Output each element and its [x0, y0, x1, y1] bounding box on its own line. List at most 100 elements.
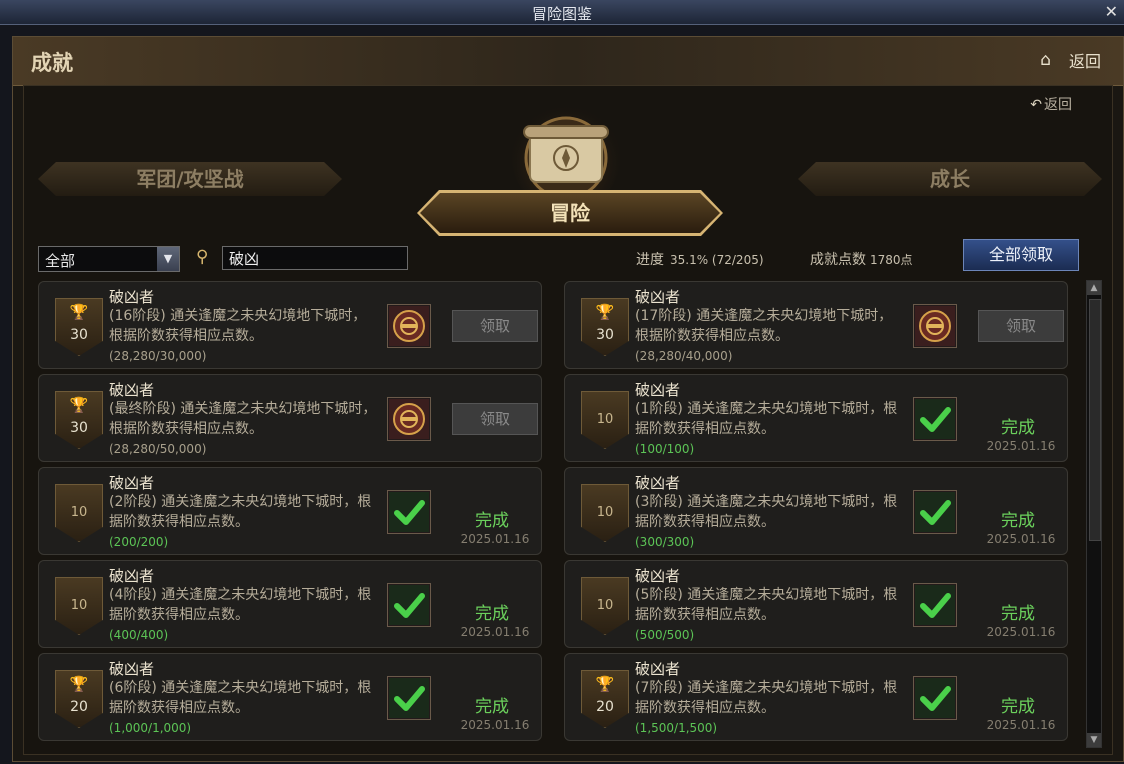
- completed-date: 2025.01.16: [986, 625, 1056, 639]
- achievement-card: 🏆 20 破凶者 (6阶段) 通关逢魔之未央幻境地下城时，根据阶数获得相应点数。 (1,…: [38, 653, 542, 741]
- points-badge: 🏆 30: [55, 391, 103, 449]
- achievement-desc: (4阶段) 通关逢魔之未央幻境地下城时，根据阶数获得相应点数。: [109, 587, 372, 623]
- achievement-card: 10 破凶者 (2阶段) 通关逢魔之未央幻境地下城时，根据阶数获得相应点数。 (200…: [38, 467, 542, 555]
- completed-label: 完成: [1001, 418, 1035, 438]
- points-badge: 🏆 20: [55, 670, 103, 728]
- claim-button[interactable]: 领取: [452, 403, 538, 435]
- achievement-card: 10 破凶者 (3阶段) 通关逢魔之未央幻境地下城时，根据阶数获得相应点数。 (300…: [564, 467, 1068, 555]
- achievement-name: 破凶者: [109, 660, 155, 678]
- search-input[interactable]: [222, 246, 408, 270]
- points-badge: 10: [581, 577, 629, 635]
- achievement-card: 🏆 20 破凶者 (7阶段) 通关逢魔之未央幻境地下城时，根据阶数获得相应点数。 (1,…: [564, 653, 1068, 741]
- completed-label: 完成: [475, 511, 509, 531]
- check-icon: [913, 583, 957, 627]
- achievement-desc: (16阶段) 通关逢魔之未央幻境地下城时，根据阶数获得相应点数。: [109, 308, 367, 344]
- achievement-name: 破凶者: [109, 474, 155, 492]
- trophy-icon: 🏆: [69, 303, 89, 321]
- category-select[interactable]: 全部 ▼: [38, 246, 180, 272]
- scroll-down-icon[interactable]: ▼: [1087, 733, 1101, 747]
- dungeon-emblem-icon: [387, 304, 431, 348]
- progress-value: 35.1% (72/205): [670, 253, 764, 267]
- achievement-list: 🏆 30 破凶者 (16阶段) 通关逢魔之未央幻境地下城时，根据阶数获得相应点数。 (2…: [38, 281, 1072, 747]
- achievement-panel: 成就 ⌂ 返回 ↶ 返回 军团/攻坚战 成长 冒险 全部 ▼ ⚲ 破凶 进度 3…: [12, 36, 1124, 762]
- completed-date: 2025.01.16: [460, 718, 530, 732]
- completed-label: 完成: [475, 697, 509, 717]
- tab-legion-siege[interactable]: 军团/攻坚战: [38, 162, 342, 196]
- achievement-desc: (7阶段) 通关逢魔之未央幻境地下城时，根据阶数获得相应点数。: [635, 680, 898, 716]
- achievement-name: 破凶者: [109, 567, 155, 585]
- sub-back-label: 返回: [1044, 97, 1072, 113]
- search-icon: ⚲: [196, 247, 209, 267]
- section-title: 成就: [31, 50, 73, 75]
- achievement-name: 破凶者: [109, 288, 155, 306]
- category-select-value: 全部: [45, 252, 76, 270]
- panel-header: 成就 ⌂ 返回: [13, 37, 1123, 86]
- achievement-desc: (6阶段) 通关逢魔之未央幻境地下城时，根据阶数获得相应点数。: [109, 680, 372, 716]
- trophy-icon: 🏆: [595, 303, 615, 321]
- achievement-card: 🏆 30 破凶者 (17阶段) 通关逢魔之未央幻境地下城时，根据阶数获得相应点数。 (2…: [564, 281, 1068, 369]
- achievement-name: 破凶者: [635, 288, 681, 306]
- badge-points: 20: [70, 699, 88, 715]
- close-icon[interactable]: ✕: [1105, 2, 1118, 21]
- points-badge: 🏆 30: [581, 298, 629, 356]
- achievement-desc: (2阶段) 通关逢魔之未央幻境地下城时，根据阶数获得相应点数。: [109, 494, 372, 530]
- achievement-desc: (最终阶段) 通关逢魔之未央幻境地下城时，根据阶数获得相应点数。: [109, 401, 377, 437]
- scrollbar[interactable]: ▲ ▼: [1086, 280, 1102, 748]
- completed-label: 完成: [1001, 604, 1035, 624]
- points-badge: 🏆 20: [581, 670, 629, 728]
- badge-points: 30: [70, 327, 88, 343]
- achievement-card: 🏆 30 破凶者 (16阶段) 通关逢魔之未央幻境地下城时，根据阶数获得相应点数。 (2…: [38, 281, 542, 369]
- achievement-name: 破凶者: [635, 567, 681, 585]
- points-badge: 10: [581, 391, 629, 449]
- completed-date: 2025.01.16: [986, 532, 1056, 546]
- tab-growth[interactable]: 成长: [798, 162, 1102, 196]
- tab-adventure[interactable]: 冒险: [417, 190, 723, 236]
- home-icon[interactable]: ⌂: [1040, 50, 1051, 70]
- progress-text: 进度 35.1% (72/205): [636, 249, 764, 269]
- claim-button[interactable]: 领取: [978, 310, 1064, 342]
- scroll-thumb[interactable]: [1089, 299, 1101, 541]
- panel-body: ↶ 返回 军团/攻坚战 成长 冒险 全部 ▼ ⚲ 破凶 进度 35.1% (72…: [23, 85, 1113, 755]
- achievement-progress: (28,280/30,000): [109, 349, 207, 363]
- claim-all-button[interactable]: 全部领取: [963, 239, 1079, 271]
- achievement-name: 破凶者: [635, 474, 681, 492]
- badge-points: 10: [596, 412, 614, 427]
- completed-label: 完成: [475, 604, 509, 624]
- achievement-name: 破凶者: [635, 660, 681, 678]
- achievement-desc: (5阶段) 通关逢魔之未央幻境地下城时，根据阶数获得相应点数。: [635, 587, 898, 623]
- achievement-progress: (200/200): [109, 535, 169, 549]
- chevron-down-icon: ▼: [157, 247, 179, 271]
- completed-date: 2025.01.16: [460, 625, 530, 639]
- trophy-icon: 🏆: [595, 675, 615, 693]
- scroll-up-icon[interactable]: ▲: [1087, 281, 1101, 295]
- points-badge: 10: [581, 484, 629, 542]
- claim-button[interactable]: 领取: [452, 310, 538, 342]
- achievement-card: 🏆 30 破凶者 (最终阶段) 通关逢魔之未央幻境地下城时，根据阶数获得相应点数。 (2…: [38, 374, 542, 462]
- progress-label: 进度: [636, 252, 664, 268]
- achievement-card: 10 破凶者 (4阶段) 通关逢魔之未央幻境地下城时，根据阶数获得相应点数。 (400…: [38, 560, 542, 648]
- completed-date: 2025.01.16: [460, 532, 530, 546]
- points-label: 成就点数: [810, 252, 866, 268]
- back-button[interactable]: 返回: [1069, 48, 1101, 72]
- achievement-progress: (28,280/50,000): [109, 442, 207, 456]
- completed-date: 2025.01.16: [986, 439, 1056, 453]
- badge-points: 10: [70, 598, 88, 613]
- achievement-progress: (1,500/1,500): [635, 721, 718, 735]
- check-icon: [387, 676, 431, 720]
- completed-date: 2025.01.16: [986, 718, 1056, 732]
- trophy-icon: 🏆: [69, 675, 89, 693]
- badge-points: 10: [70, 505, 88, 520]
- achievement-progress: (1,000/1,000): [109, 721, 192, 735]
- achievement-desc: (17阶段) 通关逢魔之未央幻境地下城时，根据阶数获得相应点数。: [635, 308, 893, 344]
- completed-label: 完成: [1001, 511, 1035, 531]
- points-badge: 10: [55, 577, 103, 635]
- trophy-icon: 🏆: [69, 396, 89, 414]
- badge-points: 30: [596, 327, 614, 343]
- achievement-desc: (1阶段) 通关逢魔之未央幻境地下城时，根据阶数获得相应点数。: [635, 401, 898, 437]
- achievement-progress: (400/400): [109, 628, 169, 642]
- sub-back-button[interactable]: ↶ 返回: [1030, 94, 1072, 114]
- window-titlebar: 冒险图鉴 ✕: [0, 0, 1124, 25]
- badge-points: 20: [596, 699, 614, 715]
- achievement-desc: (3阶段) 通关逢魔之未央幻境地下城时，根据阶数获得相应点数。: [635, 494, 898, 530]
- achievement-progress: (500/500): [635, 628, 695, 642]
